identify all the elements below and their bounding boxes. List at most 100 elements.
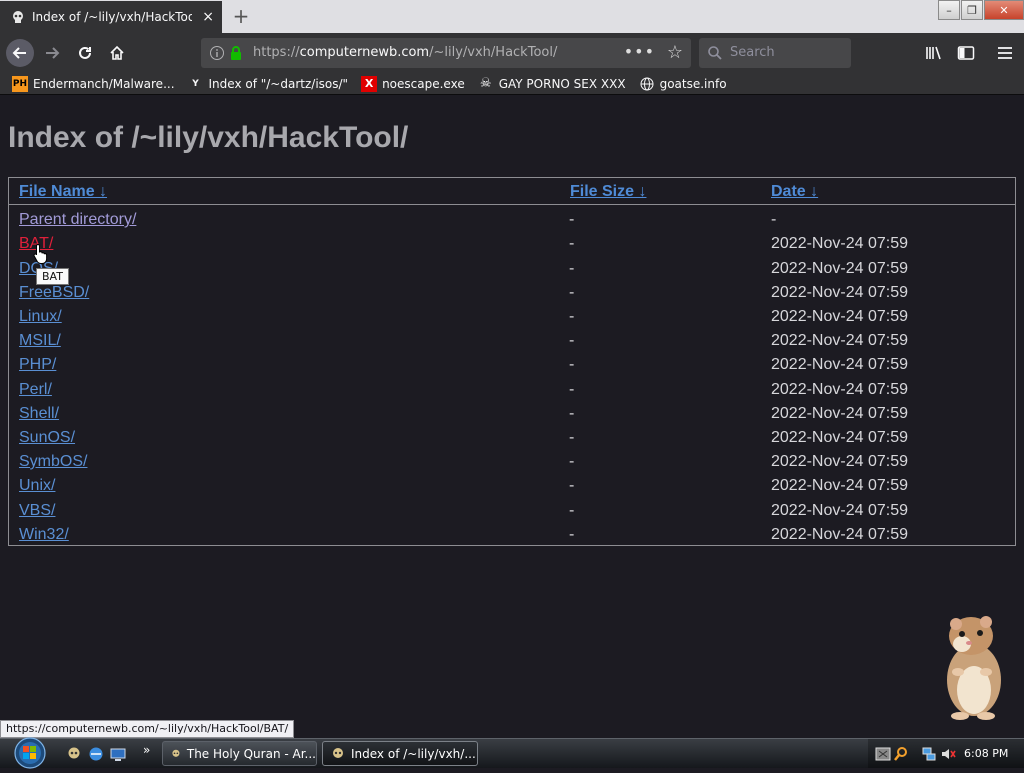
taskbar-button-label: Index of /~lily/vxh/... [351, 746, 476, 761]
active-tab[interactable]: Index of /~lily/vxh/HackTool/ × [0, 1, 222, 33]
tray-network-tools-icon[interactable] [875, 746, 891, 762]
table-row: BAT/-2022-Nov-24 07:59 [9, 232, 1015, 256]
column-header-size[interactable]: File Size ↓ [570, 183, 646, 201]
quicklaunch-skull-icon[interactable] [66, 746, 82, 762]
bookmark-label: GAY PORNO SEX XXX [498, 76, 626, 91]
url-bar[interactable]: https://computernewb.com/~lily/vxh/HackT… [201, 38, 691, 68]
taskbar-button-quran[interactable]: The Holy Quran - Ar... [162, 741, 317, 766]
file-size: - [569, 308, 575, 325]
skull-app-icon [333, 747, 343, 758]
reload-button[interactable] [71, 39, 99, 67]
tray-network-icon[interactable] [921, 746, 937, 762]
file-size: - [569, 477, 575, 494]
file-date: 2022-Nov-24 07:59 [771, 477, 908, 494]
file-date: 2022-Nov-24 07:59 [771, 308, 908, 325]
file-size: - [569, 332, 575, 349]
url-path: /~lily/vxh/HackTool/ [429, 45, 558, 60]
file-link[interactable]: SunOS/ [19, 429, 75, 447]
taskbar-button-label: The Holy Quran - Ar... [186, 746, 316, 761]
quicklaunch-overflow-icon[interactable]: » [143, 743, 159, 759]
lock-icon[interactable] [229, 45, 243, 65]
table-row: DOS/-2022-Nov-24 07:59 [9, 257, 1015, 281]
quicklaunch-browser-icon[interactable] [88, 746, 104, 762]
file-link[interactable]: Linux/ [19, 308, 62, 326]
hamburger-menu-icon[interactable] [994, 42, 1016, 64]
bookmark-star-icon[interactable]: ☆ [667, 42, 683, 63]
ph-icon: PH [12, 75, 28, 92]
quicklaunch-desktop-icon[interactable] [110, 746, 126, 762]
bookmark-label: noescape.exe [382, 76, 465, 91]
file-link[interactable]: VBS/ [19, 502, 55, 520]
minimize-button[interactable]: – [938, 0, 960, 20]
bookmark-item[interactable]: X noescape.exe [361, 75, 465, 92]
file-size: - [569, 381, 575, 398]
back-button[interactable] [6, 39, 34, 67]
file-date: 2022-Nov-24 07:59 [771, 502, 908, 519]
file-date: 2022-Nov-24 07:59 [771, 284, 908, 301]
nav-toolbar: https://computernewb.com/~lily/vxh/HackT… [0, 33, 1024, 73]
x-icon: X [361, 75, 378, 92]
file-link[interactable]: Unix/ [19, 477, 55, 495]
table-row: Win32/ - 2022-Nov-24 07:59 [9, 523, 1015, 547]
column-header-name[interactable]: File Name ↓ [19, 183, 107, 201]
file-size: - [569, 429, 575, 446]
search-box[interactable]: Search [699, 38, 851, 68]
tray-volume-muted-icon[interactable] [940, 746, 956, 762]
file-link[interactable]: Shell/ [19, 405, 59, 423]
file-link[interactable]: SymbOS/ [19, 453, 87, 471]
file-date: 2022-Nov-24 07:59 [771, 381, 908, 398]
file-size: - [569, 526, 575, 543]
file-date: 2022-Nov-24 07:59 [771, 235, 908, 252]
window-controls: – ❐ ✕ [937, 0, 1024, 20]
link-tooltip: BAT [36, 268, 69, 285]
reload-icon [79, 46, 91, 59]
file-size: - [569, 211, 575, 228]
table-row: Parent directory/ - - [9, 208, 1015, 232]
globe-icon [639, 76, 655, 92]
taskbar-button-index[interactable]: Index of /~lily/vxh/... [322, 741, 478, 766]
file-link[interactable]: MSIL/ [19, 332, 61, 350]
close-window-button[interactable]: ✕ [984, 0, 1024, 20]
info-icon[interactable] [209, 45, 225, 65]
forward-button[interactable] [38, 39, 66, 67]
tab-title: Index of /~lily/vxh/HackTool/ [32, 10, 192, 24]
home-button[interactable] [103, 39, 131, 67]
table-row: VBS/ - 2022-Nov-24 07:59 [9, 499, 1015, 523]
file-link[interactable]: FreeBSD/ [19, 284, 89, 302]
file-link[interactable]: PHP/ [19, 356, 56, 374]
table-row: Shell/ - 2022-Nov-24 07:59 [9, 402, 1015, 426]
page-actions-menu-icon[interactable]: ••• [624, 42, 655, 61]
new-tab-button[interactable]: + [230, 5, 252, 27]
bookmarks-bar: PH Endermanch/Malware... Y Index of "/~d… [0, 73, 1024, 95]
column-header-date[interactable]: Date ↓ [771, 183, 818, 201]
skull-favicon-icon [10, 9, 26, 25]
bookmark-item[interactable]: ☠ GAY PORNO SEX XXX [478, 76, 626, 92]
file-date: 2022-Nov-24 07:59 [771, 356, 908, 373]
file-size: - [569, 284, 575, 301]
file-link[interactable]: Parent directory/ [19, 211, 136, 229]
tray-search-icon[interactable] [893, 746, 909, 762]
tab-close-icon[interactable]: × [202, 9, 214, 25]
restore-button[interactable]: ❐ [961, 0, 983, 20]
bookmark-item[interactable]: Y Index of "/~dartz/isos/" [188, 76, 349, 92]
bookmark-item[interactable]: PH Endermanch/Malware... [12, 75, 175, 92]
file-size: - [569, 235, 575, 252]
file-link[interactable]: Win32/ [19, 526, 69, 544]
bookmark-label: goatse.info [659, 76, 727, 91]
sidebar-toggle-icon[interactable] [955, 42, 977, 64]
file-date: 2022-Nov-24 07:59 [771, 260, 908, 277]
bookmark-item[interactable]: goatse.info [639, 76, 727, 92]
start-button[interactable] [9, 737, 51, 769]
url-scheme: https:// [253, 45, 300, 60]
bookmark-label: Index of "/~dartz/isos/" [208, 76, 349, 91]
file-date: 2022-Nov-24 07:59 [771, 526, 908, 543]
table-row: SunOS/ - 2022-Nov-24 07:59 [9, 426, 1015, 450]
tab-strip: Index of /~lily/vxh/HackTool/ × + – ❐ ✕ [0, 0, 1024, 33]
file-size: - [569, 405, 575, 422]
table-row: PHP/ - 2022-Nov-24 07:59 [9, 353, 1015, 377]
library-icon[interactable] [923, 42, 945, 64]
file-link[interactable]: Perl/ [19, 381, 52, 399]
url-text[interactable]: https://computernewb.com/~lily/vxh/HackT… [253, 45, 557, 60]
skull-icon: ☠ [479, 76, 492, 91]
taskbar-clock[interactable]: 6:08 PM [964, 747, 1008, 760]
